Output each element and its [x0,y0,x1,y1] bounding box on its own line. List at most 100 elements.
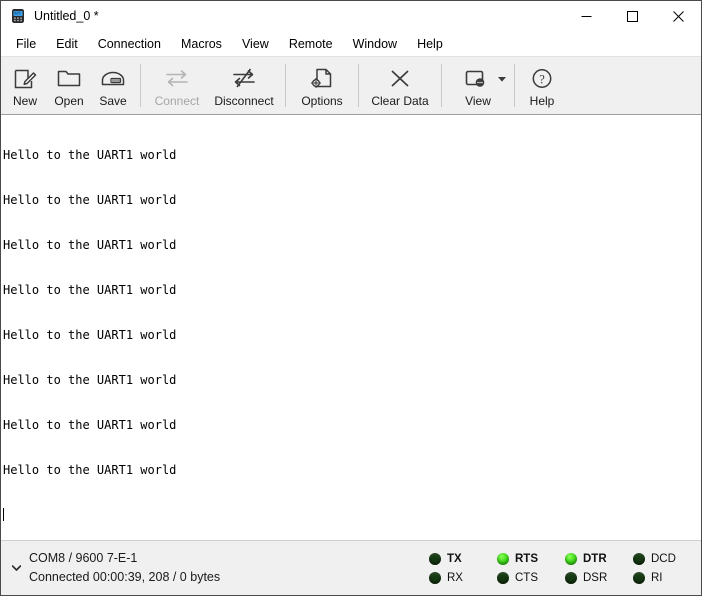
rts-label: RTS [515,552,538,565]
application-window: Untitled_0 * File Edit Connection Macros… [0,0,702,596]
terminal-line: Hello to the UART1 world [3,373,177,387]
menu-item-remote[interactable]: Remote [279,33,343,55]
signal-rts: RTS [497,553,565,566]
dsr-led-icon [565,572,577,584]
signal-column-dcd-ri: DCD RI [633,553,691,585]
new-button-label: New [12,94,37,108]
cts-label: CTS [515,571,538,584]
help-button-label: Help [529,94,555,108]
connect-button-label: Connect [154,94,200,108]
svg-text:?: ? [539,72,545,86]
tx-led-icon [429,553,441,565]
clear-x-icon [387,64,413,92]
menu-bar: File Edit Connection Macros View Remote … [1,31,701,56]
disconnect-arrows-icon [230,64,258,92]
maximize-button[interactable] [609,1,655,31]
dsr-label: DSR [583,571,608,584]
view-window-icon [463,64,493,92]
save-button-label: Save [99,94,127,108]
terminal-line: Hello to the UART1 world [3,328,177,342]
view-button-label: View [465,94,491,108]
help-button[interactable]: ? Help [520,57,564,114]
connection-status: Connected 00:00:39, 208 / 0 bytes [29,570,221,584]
rts-led-icon [497,553,509,565]
window-controls [563,1,701,31]
clear-data-button[interactable]: Clear Data [364,57,436,114]
signal-dcd: DCD [633,553,691,566]
close-icon [672,10,684,22]
signal-dsr: DSR [565,572,633,585]
chevron-down-icon [11,565,21,571]
options-button[interactable]: Options [291,57,353,114]
menu-item-edit[interactable]: Edit [46,33,88,55]
title-bar-left: Untitled_0 * [1,8,99,24]
minimize-icon [581,15,591,17]
connection-settings: COM8 / 9600 7-E-1 [29,551,138,565]
signal-cts: CTS [497,572,565,585]
toolbar-separator [514,64,515,107]
terminal-line: Hello to the UART1 world [3,148,177,162]
connect-arrows-icon [163,64,191,92]
menu-item-window[interactable]: Window [343,33,407,55]
terminal-line: Hello to the UART1 world [3,463,177,477]
open-folder-icon [56,64,82,92]
signal-ri: RI [633,572,691,585]
terminal-line: Hello to the UART1 world [3,193,177,207]
menu-item-help[interactable]: Help [407,33,453,55]
terminal-device-icon [10,8,26,24]
clear-data-button-label: Clear Data [371,94,429,108]
dcd-led-icon [633,553,645,565]
signal-column-tx-rx: TX RX [429,553,497,585]
cts-led-icon [497,572,509,584]
new-button[interactable]: New [3,57,47,114]
save-disk-icon [100,64,126,92]
signal-tx: TX [429,553,497,566]
rx-led-icon [429,572,441,584]
toolbar: New Open Save Connect Disconnect Options… [1,56,701,115]
status-expander-button[interactable] [1,565,27,571]
terminal-output[interactable]: Hello to the UART1 world Hello to the UA… [1,115,701,540]
help-question-icon: ? [529,64,555,92]
open-button[interactable]: Open [47,57,91,114]
disconnect-button-label: Disconnect [214,94,274,108]
options-button-label: Options [301,94,343,108]
connect-button[interactable]: Connect [146,57,208,114]
new-document-icon [12,64,38,92]
dcd-label: DCD [651,552,676,565]
signal-dtr: DTR [565,553,633,566]
view-button[interactable]: View [447,57,509,114]
menu-item-file[interactable]: File [6,33,46,55]
toolbar-separator [285,64,286,107]
signal-column-rts-cts: RTS CTS [497,553,565,585]
terminal-line: Hello to the UART1 world [3,238,177,252]
menu-item-view[interactable]: View [232,33,279,55]
connection-info: COM8 / 9600 7-E-1 Connected 00:00:39, 20… [27,550,220,586]
ri-led-icon [633,572,645,584]
menu-item-connection[interactable]: Connection [88,33,171,55]
terminal-area[interactable]: Hello to the UART1 world Hello to the UA… [1,115,701,540]
minimize-button[interactable] [563,1,609,31]
text-cursor [3,508,4,521]
toolbar-separator [140,64,141,107]
status-bar: COM8 / 9600 7-E-1 Connected 00:00:39, 20… [1,540,701,595]
rx-label: RX [447,571,463,584]
options-gear-document-icon [309,64,335,92]
signal-indicators: TX RX RTS CTS DTR DSR DCD RI [429,541,691,596]
disconnect-button[interactable]: Disconnect [208,57,280,114]
save-button[interactable]: Save [91,57,135,114]
toolbar-separator [358,64,359,107]
terminal-line: Hello to the UART1 world [3,418,177,432]
dtr-label: DTR [583,552,607,565]
window-title: Untitled_0 * [34,9,99,23]
close-button[interactable] [655,1,701,31]
signal-rx: RX [429,572,497,585]
ri-label: RI [651,571,663,584]
open-button-label: Open [54,94,84,108]
terminal-cursor-line [3,508,701,523]
toolbar-separator [441,64,442,107]
chevron-down-icon[interactable] [498,69,506,87]
menu-item-macros[interactable]: Macros [171,33,232,55]
maximize-icon [626,10,638,22]
signal-column-dtr-dsr: DTR DSR [565,553,633,585]
tx-label: TX [447,552,462,565]
